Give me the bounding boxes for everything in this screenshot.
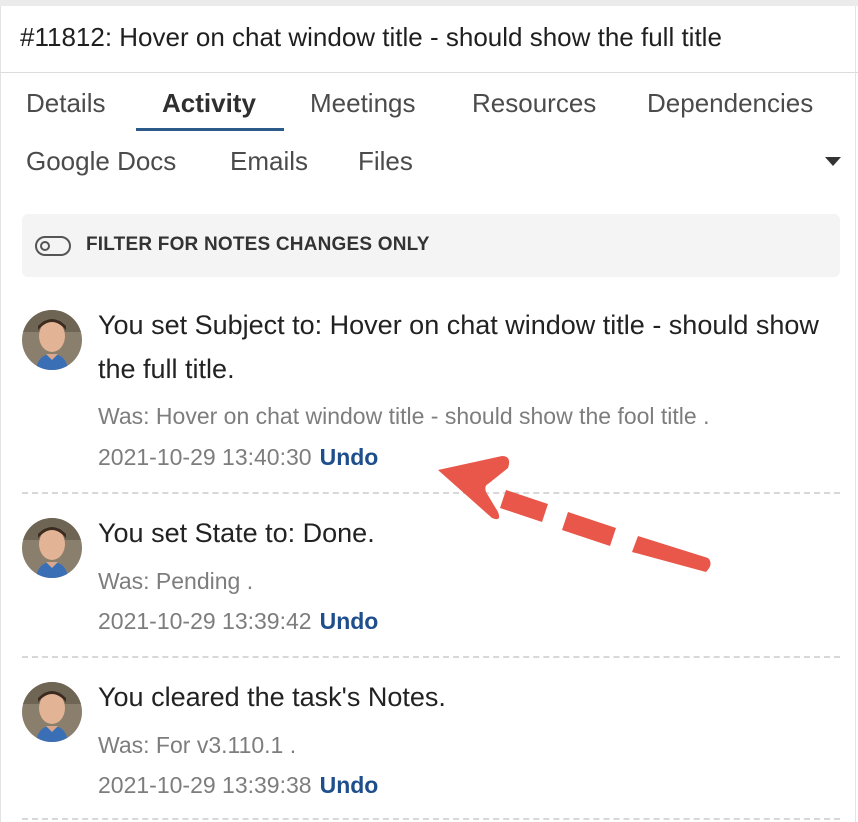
- avatar: [22, 518, 82, 578]
- title-divider: [0, 72, 858, 73]
- entry-divider: [22, 818, 840, 820]
- activity-previous-value: Was: For v3.110.1 .: [98, 732, 297, 758]
- activity-timestamp-row: 2021-10-29 13:39:42 Undo: [98, 608, 378, 635]
- tab-details[interactable]: Details: [26, 88, 105, 119]
- activity-timestamp: 2021-10-29 13:40:30: [98, 444, 312, 470]
- activity-text: You set Subject to: Hover on chat window…: [98, 310, 819, 384]
- tab-meetings[interactable]: Meetings: [310, 88, 416, 119]
- avatar: [22, 682, 82, 742]
- activity-timestamp: 2021-10-29 13:39:38: [98, 772, 312, 798]
- tab-resources[interactable]: Resources: [472, 88, 596, 119]
- activity-previous-value: Was: Hover on chat window title - should…: [98, 403, 710, 429]
- tab-dependencies[interactable]: Dependencies: [647, 88, 813, 119]
- toggle-switch-icon[interactable]: [35, 236, 71, 256]
- activity-timestamp: 2021-10-29 13:39:42: [98, 608, 312, 634]
- undo-link[interactable]: Undo: [320, 608, 379, 634]
- filter-label: FILTER FOR NOTES CHANGES ONLY: [86, 234, 430, 255]
- activity-text: You cleared the task's Notes.: [98, 682, 446, 712]
- activity-timestamp-row: 2021-10-29 13:39:38 Undo: [98, 772, 378, 799]
- avatar: [22, 310, 82, 370]
- task-title: #11812: Hover on chat window title - sho…: [20, 22, 722, 52]
- undo-link[interactable]: Undo: [320, 772, 379, 798]
- undo-link[interactable]: Undo: [320, 444, 379, 470]
- activity-previous-value: Was: Pending .: [98, 568, 254, 594]
- tab-activity[interactable]: Activity: [162, 88, 256, 119]
- activity-timestamp-row: 2021-10-29 13:40:30 Undo: [98, 444, 378, 471]
- entry-divider: [22, 656, 840, 658]
- toggle-knob: [40, 241, 50, 251]
- notes-filter-toggle[interactable]: FILTER FOR NOTES CHANGES ONLY: [22, 214, 840, 277]
- caret-down-icon[interactable]: [822, 155, 844, 169]
- entry-divider: [22, 492, 840, 494]
- tab-files[interactable]: Files: [358, 146, 413, 177]
- tab-google-docs[interactable]: Google Docs: [26, 146, 176, 177]
- activity-text: You set State to: Done.: [98, 518, 375, 548]
- tab-emails[interactable]: Emails: [230, 146, 308, 177]
- active-tab-indicator: [136, 128, 284, 131]
